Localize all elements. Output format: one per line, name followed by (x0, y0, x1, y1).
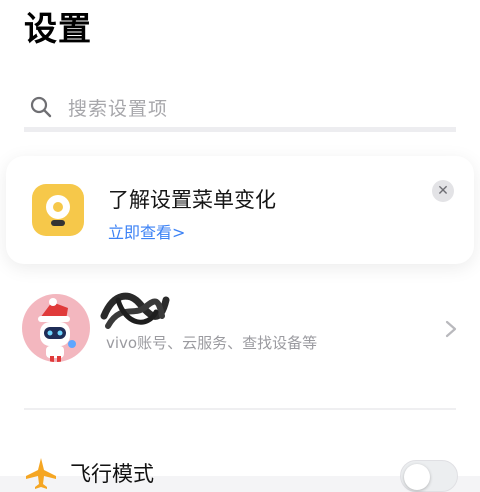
settings-page: 设置 搜索设置项 了解设置菜单变化 立即查看> ✕ vivo账号、云服务、查找设… (0, 0, 480, 492)
toggle-knob (404, 464, 430, 490)
tip-title: 了解设置菜单变化 (108, 188, 276, 212)
account-row[interactable]: vivo账号、云服务、查找设备等 (0, 286, 480, 376)
airplane-icon (26, 458, 56, 489)
tip-view-link[interactable]: 立即查看> (108, 219, 185, 243)
close-icon[interactable]: ✕ (432, 180, 454, 202)
search-bar[interactable]: 搜索设置项 (24, 80, 456, 132)
redacted-username (100, 292, 170, 329)
airplane-mode-label: 飞行模式 (70, 462, 154, 486)
chevron-right-icon (445, 320, 457, 338)
search-icon (30, 96, 52, 118)
section-divider (24, 408, 456, 410)
airplane-mode-toggle[interactable] (400, 460, 458, 492)
page-title: 设置 (24, 9, 92, 48)
account-subtitle: vivo账号、云服务、查找设备等 (106, 334, 318, 352)
bulb-icon (32, 184, 84, 236)
robot-avatar (22, 294, 90, 362)
settings-tip-card[interactable]: 了解设置菜单变化 立即查看> ✕ (6, 156, 474, 264)
airplane-mode-row[interactable]: 飞行模式 (0, 448, 480, 492)
search-placeholder: 搜索设置项 (68, 98, 169, 120)
